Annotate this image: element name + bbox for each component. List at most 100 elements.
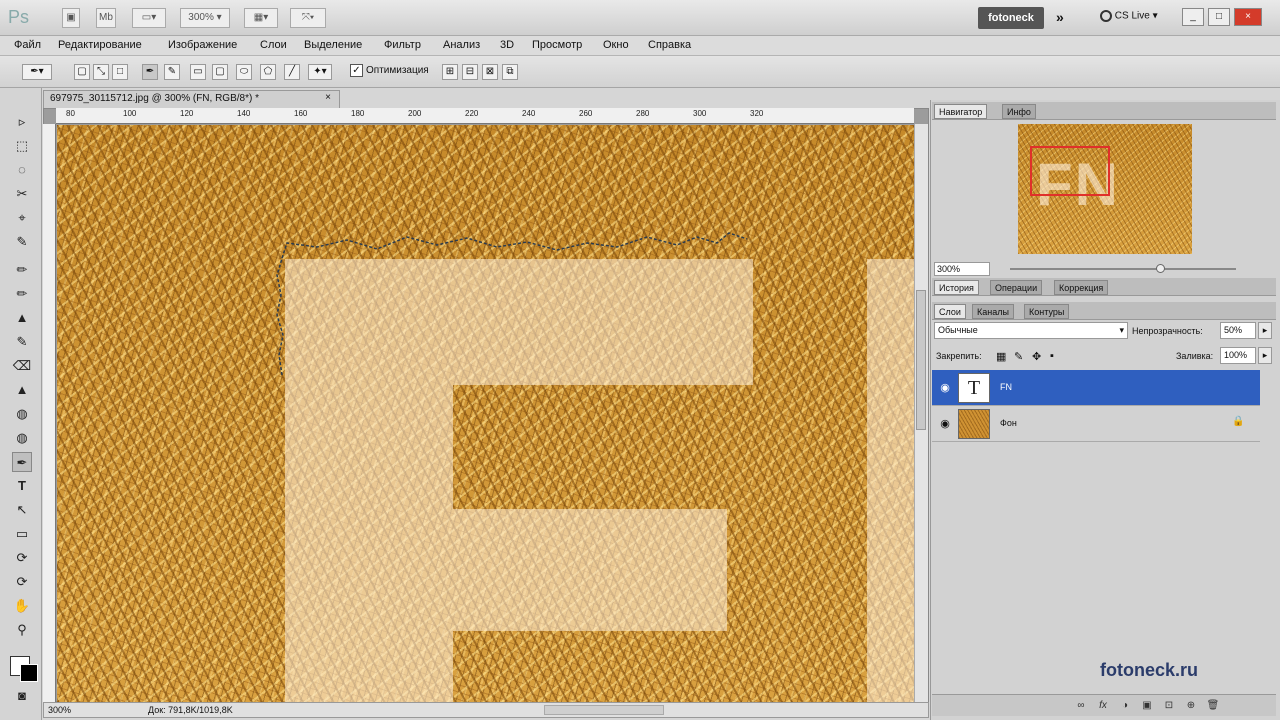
navigator-view-box[interactable] — [1030, 146, 1110, 196]
eyedropper-tool-icon[interactable]: ✎ — [12, 232, 32, 252]
screen-mode-button[interactable]: ⤧▾ — [290, 8, 326, 28]
fill-slider-button[interactable]: ▸ — [1258, 347, 1272, 364]
zoom-level-select[interactable]: 300% ▾ — [180, 8, 230, 28]
hand-tool-icon[interactable]: ✋ — [12, 596, 32, 616]
visibility-eye-icon[interactable]: ◉ — [938, 381, 952, 395]
navigator-zoom-slider[interactable] — [1010, 268, 1236, 270]
link-layers-icon[interactable]: ∞ — [1074, 699, 1088, 713]
lock-image-icon[interactable]: ✎ — [1014, 350, 1023, 363]
fill-pixels-button[interactable]: □ — [112, 64, 128, 80]
zoom-tool-icon[interactable]: ⚲ — [12, 620, 32, 640]
blur-tool-icon[interactable]: ◍ — [12, 404, 32, 424]
rectangle-shape-option[interactable]: ▭ — [190, 64, 206, 80]
lock-transparency-icon[interactable]: ▦ — [996, 350, 1006, 363]
menu-select[interactable]: Выделение — [304, 39, 362, 51]
menu-file[interactable]: Файл — [14, 39, 41, 51]
tab-channels[interactable]: Каналы — [972, 304, 1014, 319]
path-add-button[interactable]: ⊞ — [442, 64, 458, 80]
lock-position-icon[interactable]: ✥ — [1032, 350, 1041, 363]
quick-mask-icon[interactable]: ◙ — [12, 686, 32, 706]
brush-tool-icon[interactable]: ✏ — [12, 284, 32, 304]
layer-style-icon[interactable]: fx — [1096, 699, 1110, 713]
shape-layers-button[interactable]: ▢ — [74, 64, 90, 80]
vertical-scroll-thumb[interactable] — [916, 290, 926, 430]
tab-adjustments[interactable]: Коррекция — [1054, 280, 1109, 295]
workspace-button[interactable]: fotoneck — [978, 7, 1044, 29]
tab-actions[interactable]: Операции — [990, 280, 1043, 295]
move-tool-icon[interactable]: ▹ — [12, 112, 32, 132]
ellipse-option[interactable]: ⬭ — [236, 64, 252, 80]
minimize-button[interactable]: _ — [1182, 8, 1204, 26]
layer-name[interactable]: FN — [1000, 382, 1012, 392]
layer-row-fn[interactable]: ◉ T FN — [932, 370, 1260, 406]
custom-shape-option[interactable]: ✦▾ — [308, 64, 332, 80]
fill-input[interactable]: 100% — [1220, 347, 1256, 364]
path-selection-tool-icon[interactable]: ↖ — [12, 500, 32, 520]
more-workspaces-button[interactable]: » — [1056, 9, 1064, 25]
dodge-tool-icon[interactable]: ◍ — [12, 428, 32, 448]
extras-button[interactable]: ▭▾ — [132, 8, 166, 28]
maximize-button[interactable]: □ — [1208, 8, 1230, 26]
path-exclude-button[interactable]: ⧉ — [502, 64, 518, 80]
rectangle-tool-icon[interactable]: ▭ — [12, 524, 32, 544]
navigator-zoom-knob[interactable] — [1156, 264, 1165, 273]
lasso-tool-icon[interactable]: ◌ — [12, 160, 32, 180]
paths-button[interactable]: ⤡ — [93, 64, 109, 80]
quick-selection-tool-icon[interactable]: ✂ — [12, 184, 32, 204]
tab-history[interactable]: История — [934, 280, 979, 295]
eraser-tool-icon[interactable]: ⌫ — [12, 356, 32, 376]
tab-layers[interactable]: Слои — [934, 304, 966, 319]
blend-mode-select[interactable]: Обычные ▾ — [934, 322, 1128, 339]
close-window-button[interactable]: × — [1234, 8, 1262, 26]
menu-view[interactable]: Просмотр — [532, 39, 582, 51]
3d-orbit-tool-icon[interactable]: ⟳ — [12, 572, 32, 592]
bridge-button[interactable]: ▣ — [62, 8, 80, 28]
history-brush-tool-icon[interactable]: ✎ — [12, 332, 32, 352]
menu-filter[interactable]: Фильтр — [384, 39, 421, 51]
status-zoom[interactable]: 300% — [48, 705, 71, 715]
menu-edit[interactable]: Редактирование — [58, 39, 142, 51]
arrange-documents-button[interactable]: ▦▾ — [244, 8, 278, 28]
mini-bridge-button[interactable]: Mb — [96, 8, 116, 28]
tab-paths[interactable]: Контуры — [1024, 304, 1070, 319]
auto-add-delete-checkbox[interactable]: ✓ — [350, 64, 363, 77]
menu-help[interactable]: Справка — [648, 39, 691, 51]
tab-navigator[interactable]: Навигатор — [934, 104, 988, 119]
layer-mask-icon[interactable]: ▣ — [1140, 699, 1154, 713]
new-layer-icon[interactable]: ⊕ — [1184, 699, 1198, 713]
background-color-swatch[interactable] — [20, 664, 38, 682]
horizontal-scrollbar[interactable] — [544, 705, 664, 715]
visibility-eye-icon[interactable]: ◉ — [938, 417, 952, 431]
type-tool-icon[interactable]: T — [12, 476, 32, 496]
rounded-rectangle-option[interactable]: ▢ — [212, 64, 228, 80]
tab-info[interactable]: Инфо — [1002, 104, 1036, 119]
cs-live-button[interactable]: CS Live ▾ — [1100, 10, 1158, 22]
tool-preset-picker[interactable]: ✒▾ — [22, 64, 52, 80]
lock-all-icon[interactable]: ▪ — [1050, 350, 1054, 362]
pen-tool-icon[interactable]: ✒ — [12, 452, 32, 472]
menu-layers[interactable]: Слои — [260, 39, 287, 51]
menu-image[interactable]: Изображение — [168, 39, 237, 51]
menu-analysis[interactable]: Анализ — [443, 39, 480, 51]
paint-bucket-tool-icon[interactable]: ▲ — [12, 380, 32, 400]
path-intersect-button[interactable]: ⊠ — [482, 64, 498, 80]
navigator-zoom-input[interactable]: 300% — [934, 262, 990, 276]
crop-tool-icon[interactable]: ⌖ — [12, 208, 32, 228]
healing-brush-tool-icon[interactable]: ✏ — [12, 260, 32, 280]
menu-window[interactable]: Окно — [603, 39, 629, 51]
layer-row-background[interactable]: ◉ Фон 🔒 — [932, 406, 1260, 442]
document-close-icon[interactable]: × — [322, 92, 334, 104]
opacity-input[interactable]: 50% — [1220, 322, 1256, 339]
polygon-option[interactable]: ⬠ — [260, 64, 276, 80]
clone-stamp-tool-icon[interactable]: ▲ — [12, 308, 32, 328]
adjustment-layer-icon[interactable]: ◑ — [1118, 699, 1132, 713]
opacity-slider-button[interactable]: ▸ — [1258, 322, 1272, 339]
3d-rotate-tool-icon[interactable]: ⟳ — [12, 548, 32, 568]
freeform-pen-option[interactable]: ✎ — [164, 64, 180, 80]
delete-layer-icon[interactable]: 🗑 — [1206, 699, 1220, 713]
menu-3d[interactable]: 3D — [500, 39, 514, 51]
new-group-icon[interactable]: ⊡ — [1162, 699, 1176, 713]
image-canvas[interactable] — [57, 125, 914, 702]
layer-name[interactable]: Фон — [1000, 418, 1017, 428]
marquee-tool-icon[interactable]: ⬚ — [12, 136, 32, 156]
